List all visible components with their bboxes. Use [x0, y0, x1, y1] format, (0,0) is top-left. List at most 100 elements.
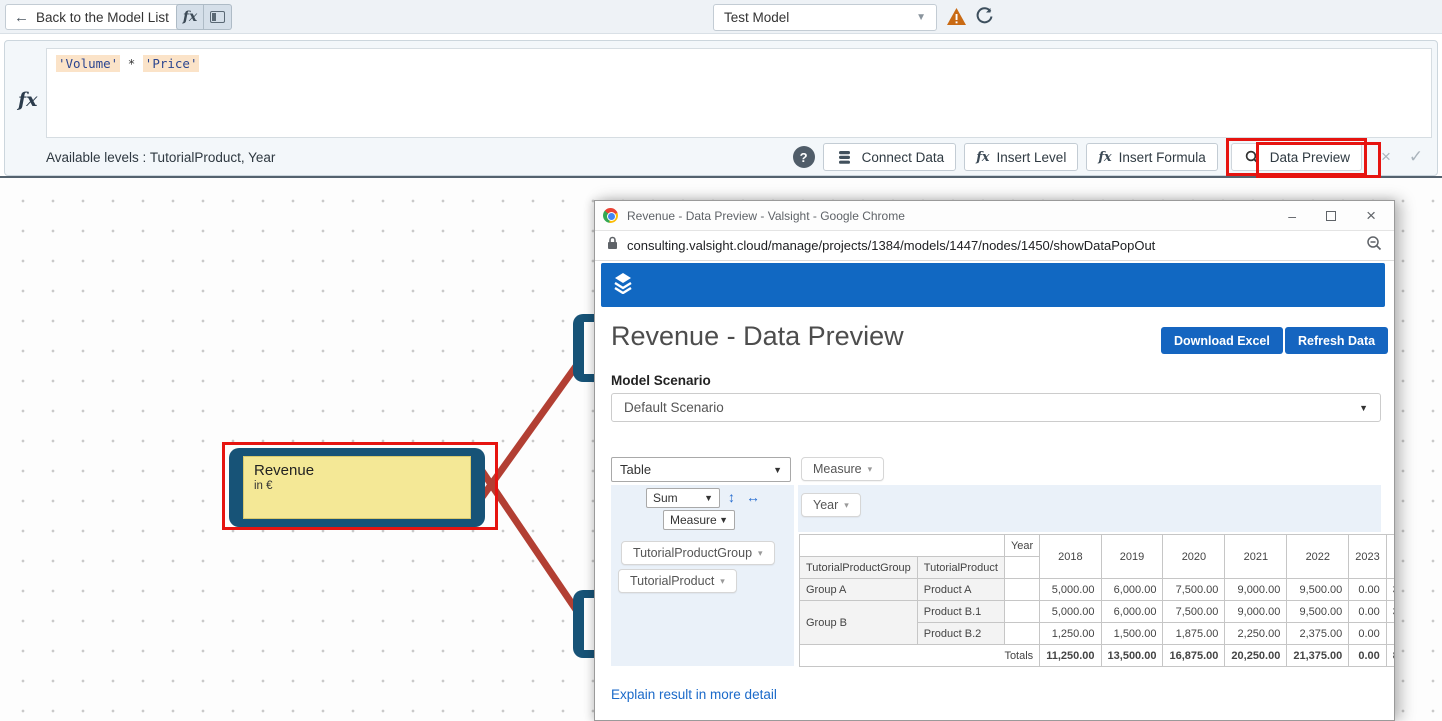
window-titlebar[interactable]: Revenue - Data Preview - Valsight - Goog…	[595, 201, 1394, 231]
row-total-cell: 37,000.00	[1386, 579, 1394, 601]
value-cell: 1,500.00	[1101, 623, 1163, 645]
revenue-node[interactable]: Revenue in €	[229, 448, 485, 527]
row-pill-product-label: TutorialProduct	[630, 574, 714, 588]
layout-columns-icon	[210, 11, 225, 23]
value-cell: 2,375.00	[1287, 623, 1349, 645]
connect-data-label: Connect Data	[862, 150, 945, 165]
connect-data-button[interactable]: Connect Data	[823, 143, 957, 171]
value-cell: 6,000.00	[1101, 601, 1163, 623]
empty-cell	[1004, 557, 1039, 579]
empty-cell	[1004, 579, 1039, 601]
insert-level-button[interactable]: fx Insert Level	[964, 143, 1078, 171]
panel-divider	[0, 176, 1442, 178]
value-cell: 9,000.00	[1225, 601, 1287, 623]
window-title: Revenue - Data Preview - Valsight - Goog…	[627, 209, 905, 223]
data-preview-table: Year 2018 2019 2020 2021 2022 2023 Total…	[799, 534, 1394, 667]
page-title: Revenue - Data Preview	[611, 321, 904, 352]
chevron-down-icon: ▼	[1359, 403, 1368, 413]
view-type-value: Table	[620, 462, 651, 477]
search-icon	[1243, 150, 1263, 165]
chrome-logo-icon	[603, 208, 618, 223]
corner-empty-cell	[800, 535, 1005, 557]
explain-result-link[interactable]: Explain result in more detail	[611, 687, 777, 702]
data-preview-button[interactable]: Data Preview	[1231, 143, 1362, 171]
url-text: consulting.valsight.cloud/manage/project…	[627, 238, 1155, 253]
value-cell: 9,000.00	[1225, 579, 1287, 601]
formula-input[interactable]: 'Volume' * 'Price'	[46, 48, 1432, 138]
warning-icon[interactable]	[946, 7, 967, 31]
maximize-button[interactable]	[1326, 211, 1336, 221]
value-cell: 9,500.00	[1287, 579, 1349, 601]
insert-level-label: Insert Level	[997, 150, 1067, 165]
lock-icon	[607, 236, 618, 255]
column-header: 2023	[1349, 535, 1386, 579]
download-excel-button[interactable]: Download Excel	[1161, 327, 1283, 354]
chevron-down-icon: ▾	[720, 576, 725, 587]
back-to-model-list-button[interactable]: ← Back to the Model List	[5, 4, 182, 30]
value-cell: 6,000.00	[1101, 579, 1163, 601]
close-button[interactable]: ×	[1366, 207, 1376, 224]
insert-formula-button[interactable]: fx Insert Formula	[1086, 143, 1217, 171]
model-selector-value: Test Model	[724, 10, 789, 25]
popup-page-content: Revenue - Data Preview Download Excel Re…	[595, 261, 1394, 720]
top-toolbar: ← Back to the Model List fx Test Model ▼	[0, 0, 1442, 34]
chevron-down-icon: ▾	[844, 500, 849, 511]
red-annotation-data-preview: Data Preview	[1226, 138, 1367, 176]
chevron-down-icon: ▾	[758, 548, 763, 559]
total-cell: 21,375.00	[1287, 645, 1349, 667]
measure-dropdown[interactable]: Measure ▼	[663, 510, 735, 530]
chevron-down-icon: ▼	[916, 12, 926, 23]
refresh-data-button[interactable]: Refresh Data	[1285, 327, 1388, 354]
swap-horizontal-icon[interactable]: ↔	[746, 489, 760, 505]
total-cell: 11,250.00	[1040, 645, 1101, 667]
measure-pill-label: Measure	[813, 462, 862, 476]
measure-column-pill[interactable]: Measure ▾	[801, 457, 884, 481]
product-column-header: TutorialProduct	[917, 557, 1004, 579]
model-scenario-label: Model Scenario	[611, 373, 711, 388]
row-pill-product[interactable]: TutorialProduct ▾	[618, 569, 737, 593]
column-header: 2018	[1040, 535, 1101, 579]
empty-cell	[1004, 623, 1039, 645]
confirm-formula-icon[interactable]: ✓	[1405, 147, 1427, 167]
year-dimension-label: Year	[1004, 535, 1039, 557]
column-header: 2019	[1101, 535, 1163, 579]
value-cell: 5,000.00	[1040, 579, 1101, 601]
revenue-node-title: Revenue	[254, 462, 460, 479]
group-column-header: TutorialProductGroup	[800, 557, 918, 579]
layers-icon	[613, 272, 633, 299]
row-pill-product-group[interactable]: TutorialProductGroup ▾	[621, 541, 775, 565]
year-column-pill[interactable]: Year ▾	[801, 493, 861, 517]
group-cell: Group B	[800, 601, 918, 645]
formula-footer-bar: Available levels : TutorialProduct, Year…	[5, 138, 1437, 176]
browser-url-bar[interactable]: consulting.valsight.cloud/manage/project…	[595, 231, 1394, 261]
database-icon	[835, 150, 855, 165]
scenario-dropdown[interactable]: Default Scenario ▼	[611, 393, 1381, 422]
value-cell: 1,250.00	[1040, 623, 1101, 645]
panel-layout-toggle[interactable]	[204, 4, 232, 30]
model-selector-dropdown[interactable]: Test Model ▼	[713, 4, 937, 31]
totals-row-label: Totals	[800, 645, 1040, 667]
fx-icon: fx	[976, 150, 989, 165]
view-type-dropdown[interactable]: Table ▼	[611, 457, 791, 482]
formula-actions: ? Connect Data fx Insert Level fx Insert…	[793, 138, 1427, 176]
zoom-magnifier-icon[interactable]	[1366, 235, 1382, 256]
table-header-row-year: Year 2018 2019 2020 2021 2022 2023 Total…	[800, 535, 1395, 557]
table-row: Group A Product A 5,000.00 6,000.00 7,50…	[800, 579, 1395, 601]
chevron-down-icon: ▼	[719, 515, 728, 525]
formula-fx-icon: fx	[18, 89, 38, 111]
minimize-button[interactable]: –	[1288, 209, 1296, 223]
help-button[interactable]: ?	[793, 146, 815, 168]
back-button-label: Back to the Model List	[36, 10, 169, 25]
swap-vertical-icon[interactable]: ↕	[728, 489, 735, 505]
value-cell: 0.00	[1349, 579, 1386, 601]
refresh-icon[interactable]	[975, 7, 994, 31]
formula-view-toggle[interactable]: fx	[176, 4, 204, 30]
formula-token-volume: 'Volume'	[56, 55, 120, 72]
value-cell: 2,250.00	[1225, 623, 1287, 645]
column-header: 2022	[1287, 535, 1349, 579]
cancel-formula-icon[interactable]: ×	[1375, 147, 1397, 167]
aggregation-dropdown[interactable]: Sum ▼	[646, 488, 720, 508]
column-header: 2021	[1225, 535, 1287, 579]
total-cell: 16,875.00	[1163, 645, 1225, 667]
total-cell: 13,500.00	[1101, 645, 1163, 667]
